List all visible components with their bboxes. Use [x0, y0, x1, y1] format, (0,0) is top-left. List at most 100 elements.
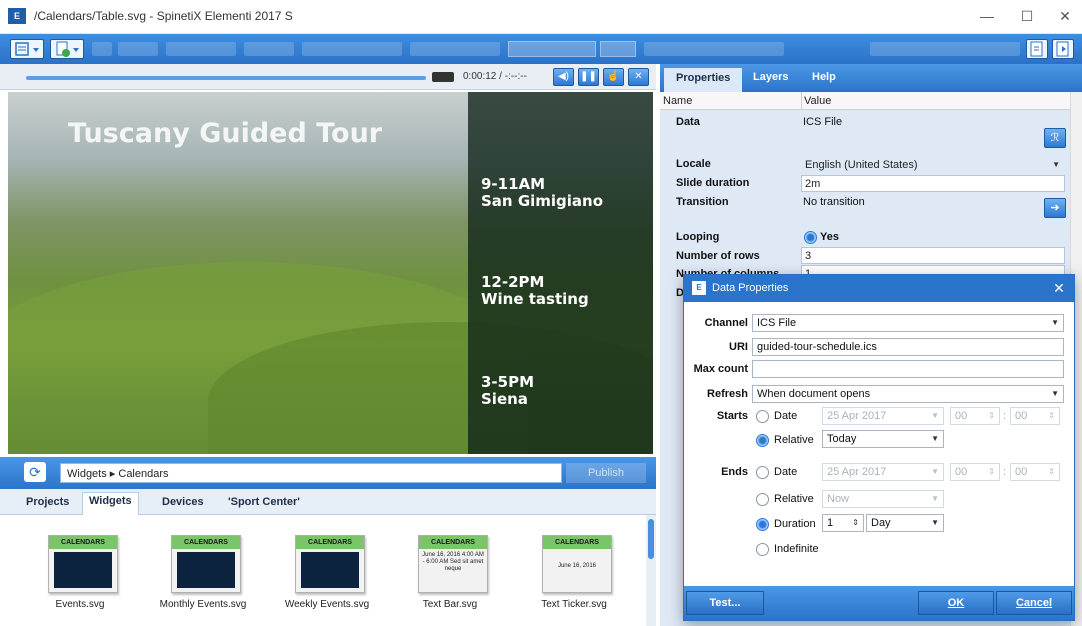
- widget-thumbnail-text: June 16, 2016 4:00 AM - 6:00 AM Sed sit …: [422, 552, 484, 572]
- ends-minute-spinner[interactable]: 00 ⇕: [1010, 463, 1060, 481]
- starts-minute-spinner[interactable]: 00 ⇕: [1010, 407, 1060, 425]
- ends-relative-radio[interactable]: [756, 493, 769, 506]
- refresh-label: Refresh: [707, 388, 748, 400]
- tab-projects[interactable]: Projects: [20, 494, 75, 510]
- breadcrumb[interactable]: Widgets ▸ Calendars: [60, 463, 562, 483]
- ends-duration-spinner[interactable]: 1 ⇕: [822, 514, 864, 532]
- maximize-button[interactable]: ☐: [1012, 6, 1042, 26]
- refresh-select[interactable]: When document opens ▼: [752, 385, 1064, 403]
- alignment-group[interactable]: [870, 42, 1020, 56]
- ok-button[interactable]: OK: [918, 591, 994, 615]
- slide-duration-input[interactable]: 2m: [801, 175, 1065, 192]
- starts-date-picker[interactable]: 25 Apr 2017 ▼: [822, 407, 944, 425]
- widget-item[interactable]: CALENDARS June 16, 2016 4:00 AM - 6:00 A…: [380, 535, 520, 625]
- ends-duration-radio[interactable]: [756, 518, 769, 531]
- export-button[interactable]: [1026, 39, 1048, 59]
- toolbar-group-1[interactable]: [118, 42, 158, 56]
- close-icon[interactable]: ✕: [1050, 279, 1068, 297]
- prop-value-transition: No transition: [803, 196, 865, 208]
- prop-name-data: Data: [676, 116, 700, 128]
- widget-item[interactable]: CALENDARS Weekly Events.svg: [257, 535, 397, 625]
- tab-properties[interactable]: Properties: [664, 68, 743, 92]
- menu-button[interactable]: [10, 39, 44, 59]
- new-document-button[interactable]: [50, 39, 84, 59]
- tab-widgets[interactable]: Widgets: [82, 492, 139, 515]
- ends-hour-spinner[interactable]: 00 ⇕: [950, 463, 1000, 481]
- interact-button[interactable]: ☝: [603, 68, 624, 86]
- scrollbar-thumb[interactable]: [648, 519, 654, 559]
- starts-date-radio[interactable]: [756, 410, 769, 423]
- schedule-entry: 12-2PM Wine tasting: [481, 274, 589, 308]
- toolbar-group-5[interactable]: [410, 42, 500, 56]
- test-button[interactable]: Test...: [686, 591, 764, 615]
- widget-item[interactable]: CALENDARS June 16, 2016 Text Ticker.svg: [504, 535, 644, 625]
- starts-date-label: Date: [774, 410, 798, 422]
- close-window-button[interactable]: ✕: [1050, 6, 1080, 26]
- widget-thumbnail-preview: [301, 552, 359, 588]
- toolbar-group-4[interactable]: [302, 42, 402, 56]
- widgets-scrollbar[interactable]: [646, 515, 656, 626]
- starts-hour-spinner[interactable]: 00 ⇕: [950, 407, 1000, 425]
- widget-item[interactable]: CALENDARS Monthly Events.svg: [133, 535, 273, 625]
- starts-relative-select[interactable]: Today ▼: [822, 430, 944, 448]
- dialog-title-bar: E Data Properties ✕: [684, 275, 1074, 302]
- transition-edit-button[interactable]: ➔: [1044, 198, 1066, 218]
- spinner-icon: ⇕: [988, 411, 995, 420]
- schedule-entry: 3-5PM Siena: [481, 374, 534, 408]
- widget-thumbnail-text: June 16, 2016: [557, 563, 597, 569]
- ends-date-picker[interactable]: 25 Apr 2017 ▼: [822, 463, 944, 481]
- widget-thumbnail-header: CALENDARS: [419, 536, 487, 549]
- font-family-select[interactable]: [508, 41, 596, 57]
- widget-thumbnail-preview: [177, 552, 235, 588]
- app-logo-icon: E: [8, 8, 26, 24]
- tab-help[interactable]: Help: [812, 71, 836, 83]
- rss-icon: ℛ: [1050, 132, 1060, 144]
- text-format-group[interactable]: [644, 42, 784, 56]
- schedule-entry: 9-11AM San Gimigiano: [481, 176, 603, 210]
- max-count-input[interactable]: [752, 360, 1064, 378]
- font-size-select[interactable]: [600, 41, 636, 57]
- ends-indefinite-radio[interactable]: [756, 543, 769, 556]
- widget-item[interactable]: CALENDARS Events.svg: [10, 535, 150, 625]
- ends-duration-label: Duration: [774, 518, 816, 530]
- cancel-button[interactable]: Cancel: [996, 591, 1072, 615]
- rows-input[interactable]: 3: [801, 247, 1065, 264]
- publish-button[interactable]: Publish: [566, 463, 646, 483]
- ends-date-radio[interactable]: [756, 466, 769, 479]
- spinner-icon: ⇕: [852, 518, 859, 527]
- uri-input[interactable]: guided-tour-schedule.ics: [752, 338, 1064, 356]
- document-settings-icon: [1056, 41, 1069, 57]
- playback-progress-track[interactable]: [26, 76, 426, 80]
- recording-indicator: [432, 72, 454, 82]
- ends-duration-unit-select[interactable]: Day ▼: [866, 514, 944, 532]
- schedule-place: Siena: [481, 390, 528, 408]
- chevron-down-icon: ▼: [931, 434, 939, 443]
- ends-relative-select[interactable]: Now ▼: [822, 490, 944, 508]
- toolbar-group-3[interactable]: [244, 42, 294, 56]
- starts-relative-radio[interactable]: [756, 434, 769, 447]
- widget-label: Events.svg: [55, 599, 105, 610]
- close-preview-button[interactable]: ✕: [628, 68, 649, 86]
- locale-value: English (United States): [805, 159, 918, 171]
- chevron-down-icon: ▼: [931, 467, 939, 476]
- tab-layers[interactable]: Layers: [753, 71, 788, 83]
- looping-yes-radio[interactable]: [804, 231, 817, 244]
- tab-sport-center[interactable]: 'Sport Center': [222, 494, 306, 510]
- toolbar-group-2[interactable]: [166, 42, 236, 56]
- arrow-right-icon: ➔: [1050, 202, 1060, 214]
- locale-select[interactable]: English (United States) ▼: [801, 156, 1065, 173]
- widget-thumbnail-header: CALENDARS: [172, 536, 240, 549]
- refresh-icon[interactable]: ⟳: [24, 462, 46, 482]
- ends-duration-value: 1: [827, 517, 834, 529]
- minimize-button[interactable]: —: [972, 6, 1002, 26]
- save-icon[interactable]: [92, 42, 112, 56]
- tab-devices[interactable]: Devices: [156, 494, 210, 510]
- document-settings-button[interactable]: [1052, 39, 1074, 59]
- channel-select[interactable]: ICS File ▼: [752, 314, 1064, 332]
- pause-button[interactable]: ❚❚: [578, 68, 599, 86]
- widget-label: Weekly Events.svg: [284, 599, 370, 610]
- document-preview[interactable]: Tuscany Guided Tour 9-11AM San Gimigiano…: [8, 92, 653, 454]
- volume-button[interactable]: ◀): [553, 68, 574, 86]
- data-feed-button[interactable]: ℛ: [1044, 128, 1066, 148]
- starts-hour-value: 00: [955, 410, 968, 422]
